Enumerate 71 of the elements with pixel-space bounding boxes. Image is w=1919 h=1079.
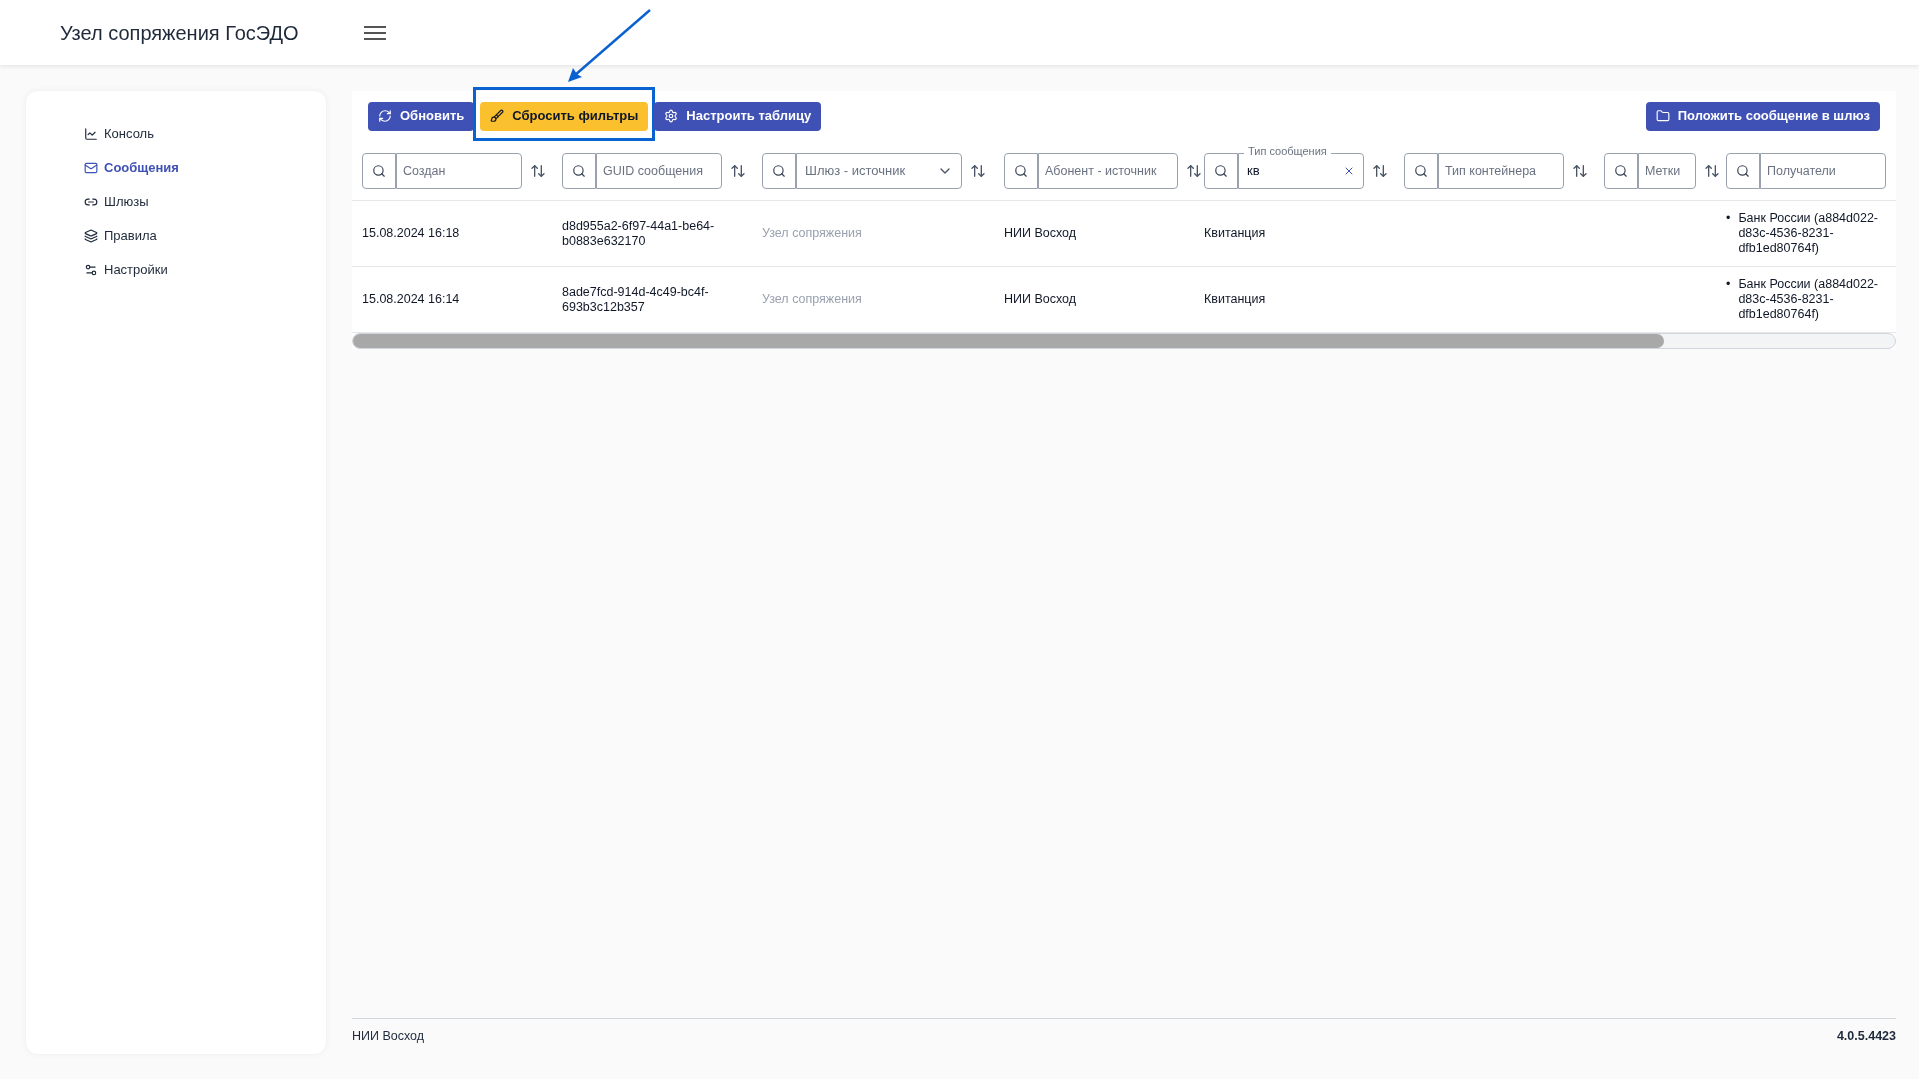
table-cell-text: 15.08.2024 16:18: [362, 226, 461, 241]
chart-icon: [84, 127, 98, 141]
search-button[interactable]: [562, 152, 596, 189]
reset-filters-button[interactable]: Сбросить фильтры: [480, 101, 649, 131]
search-button[interactable]: [762, 152, 796, 189]
brush-icon: [490, 109, 505, 123]
search-button[interactable]: [362, 152, 396, 189]
filter-field[interactable]: Создан: [396, 152, 522, 189]
toolbar-button[interactable]: Обновить: [368, 101, 475, 131]
table-cell-text: 15.08.2024 16:14: [362, 292, 461, 307]
sort-icon[interactable]: [1372, 162, 1388, 179]
search-button[interactable]: [1604, 152, 1638, 189]
filter-field[interactable]: Тип контейнера: [1438, 152, 1564, 189]
sidebar-item[interactable]: Шлюзы: [84, 192, 326, 212]
field-label: Тип сообщения: [1244, 145, 1331, 157]
search-button[interactable]: [1404, 152, 1438, 189]
filter-field[interactable]: Абонент - источник: [1038, 152, 1178, 189]
table-cell-text: НИИ Восход: [1004, 226, 1078, 241]
footer-org: НИИ Восход: [352, 1028, 425, 1046]
settings-icon: [664, 109, 679, 123]
search-icon: [1414, 163, 1428, 178]
filter-dropdown[interactable]: Шлюз - источник: [796, 152, 962, 189]
sort-icon[interactable]: [1704, 162, 1720, 179]
filter-field[interactable]: GUID сообщения: [596, 152, 722, 189]
search-icon: [772, 163, 786, 178]
table-cell-text: d8d955a2-6f97-44a1-be64-b0883e632170: [562, 218, 716, 249]
settings-icon: [84, 263, 98, 277]
table-cell-text: Квитанция: [1204, 292, 1267, 307]
search-icon: [572, 163, 586, 178]
search-icon: [1014, 163, 1028, 178]
sidebar-item[interactable]: Настройки: [84, 260, 326, 280]
sidebar-item[interactable]: Правила: [84, 226, 326, 246]
sort-icon[interactable]: [1186, 162, 1202, 179]
scrollbar-thumb[interactable]: [353, 334, 1664, 348]
search-button[interactable]: [1726, 152, 1760, 189]
sort-icon[interactable]: [970, 162, 986, 179]
app-title: Узел сопряжения ГосЭДО: [60, 20, 300, 46]
sidebar-item[interactable]: Консоль: [84, 124, 326, 144]
search-icon: [1736, 163, 1750, 178]
table-cell-text: Узел сопряжения: [762, 226, 863, 241]
recipient-item: Банк России (a884d022-d83c-4536-8231-dfb1ed80764f): [1738, 277, 1879, 322]
search-button[interactable]: [1204, 152, 1238, 189]
search-icon: [1614, 163, 1628, 178]
search-icon: [1214, 163, 1228, 178]
sort-icon[interactable]: [1572, 162, 1588, 179]
field-value: кв: [1247, 161, 1260, 180]
table-cell-text: Квитанция: [1204, 226, 1267, 241]
link-icon: [84, 195, 98, 209]
menu-button[interactable]: [364, 24, 386, 41]
folder-icon: [1655, 109, 1670, 123]
search-icon: [372, 163, 386, 178]
recipient-item: Банк России (a884d022-d83c-4536-8231-dfb1ed80764f): [1738, 211, 1879, 256]
refresh-icon: [378, 109, 392, 123]
sidebar-item[interactable]: Сообщения: [84, 158, 326, 178]
sort-icon[interactable]: [730, 162, 746, 179]
table-cell-text: Узел сопряжения: [762, 292, 863, 307]
table-cell-text: 8ade7fcd-914d-4c49-bc4f-693b3c12b357: [562, 284, 710, 315]
bullet: •: [1726, 211, 1731, 227]
app-version: 4.0.5.4423: [1836, 1028, 1896, 1046]
layers-icon: [84, 229, 98, 243]
search-button[interactable]: [1004, 152, 1038, 189]
filter-field[interactable]: Получатели: [1760, 152, 1886, 189]
table-row[interactable]: 15.08.2024 16:18 d8d955a2-6f97-44a1-be64-b0883e632170 Узел сопряжения НИИ Восход Квитанция • Банк России (a884d022-d83c-4536-8231-dfb1ed80764f): [352, 201, 1896, 267]
put-message-button[interactable]: Положить сообщение в шлюз: [1645, 101, 1880, 131]
table-cell-text: НИИ Восход: [1004, 292, 1078, 307]
sort-icon[interactable]: [530, 162, 546, 179]
toolbar-button[interactable]: Настроить таблицу: [654, 101, 822, 131]
bullet: •: [1726, 277, 1731, 293]
filter-field[interactable]: Метки: [1638, 152, 1696, 189]
envelope-icon: [84, 161, 98, 175]
menu-icon: [364, 24, 386, 41]
